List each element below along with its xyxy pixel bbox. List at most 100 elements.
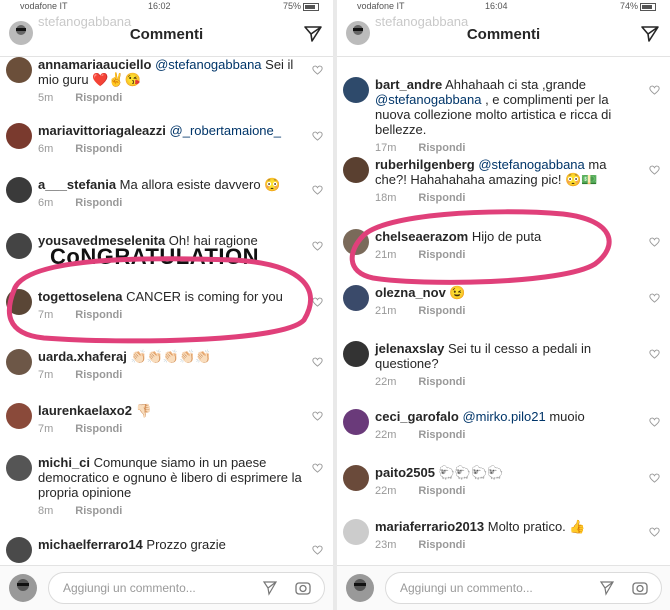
comment-username[interactable]: bart_andre — [375, 77, 442, 92]
like-heart-icon[interactable] — [649, 165, 660, 175]
user-avatar — [346, 574, 374, 602]
direct-send-icon[interactable] — [640, 24, 660, 44]
reply-link[interactable]: Rispondi — [418, 376, 465, 388]
comment-username[interactable]: mariavittoriagaleazzi — [38, 123, 166, 138]
comment-meta: 22m Rispondi — [375, 484, 640, 499]
comment-body: a___stefania Ma allora esiste davvero 😳 6… — [38, 177, 303, 211]
commenter-avatar[interactable] — [6, 537, 32, 563]
commenter-avatar[interactable] — [343, 409, 369, 435]
comment-username[interactable]: jelenaxslay — [375, 341, 444, 356]
reply-link[interactable]: Rispondi — [75, 369, 122, 381]
comment-meta: 23m Rispondi — [375, 538, 640, 553]
comment-body: ruberhilgenberg @stefanogabbana ma che?!… — [375, 157, 640, 206]
camera-icon[interactable] — [294, 579, 312, 597]
battery-icon — [303, 2, 319, 11]
comment-text: Ahhahaah ci sta ,grande — [442, 77, 587, 92]
comment-time: 8m — [38, 505, 54, 517]
comment-text: Ma allora esiste davvero 😳 — [116, 177, 281, 192]
page-title: Commenti — [466, 26, 541, 43]
like-heart-icon[interactable] — [312, 131, 323, 141]
reply-link[interactable]: Rispondi — [418, 485, 465, 497]
commenter-avatar[interactable] — [343, 285, 369, 311]
comment-username[interactable]: annamariaauciello — [38, 57, 151, 72]
comment-username[interactable]: ceci_garofalo — [375, 409, 459, 424]
commenter-avatar[interactable] — [6, 123, 32, 149]
comment-time: 23m — [375, 539, 397, 551]
carrier-label: vodafone IT — [20, 1, 68, 11]
comment-mention[interactable]: @stefanogabbana — [375, 92, 481, 107]
like-heart-icon[interactable] — [649, 85, 660, 95]
like-heart-icon[interactable] — [649, 527, 660, 537]
like-heart-icon[interactable] — [312, 65, 323, 75]
like-heart-icon[interactable] — [649, 417, 660, 427]
commenter-avatar[interactable] — [343, 157, 369, 183]
comment-input-box[interactable] — [385, 572, 662, 604]
comment-time: 18m — [375, 192, 397, 204]
comment-text: Prozzo grazie — [142, 537, 226, 552]
reply-link[interactable]: Rispondi — [418, 429, 465, 441]
commenter-avatar[interactable] — [6, 455, 32, 481]
comment-body: mariaferrario2013 Molto pratico. 👍 23m Ris… — [375, 519, 640, 553]
like-heart-icon[interactable] — [312, 411, 323, 421]
reply-link[interactable]: Rispondi — [418, 539, 465, 551]
comment-time: 17m — [375, 142, 397, 154]
comment-mention[interactable]: @mirko.pilo21 — [462, 409, 545, 424]
commenter-avatar[interactable] — [6, 177, 32, 203]
comment-username[interactable]: mariaferrario2013 — [375, 519, 484, 534]
comment-username[interactable]: michaelferraro14 — [38, 537, 143, 552]
comment-mention[interactable]: @_robertamaione_ — [170, 123, 281, 138]
comment-meta: 6m Rispondi — [38, 142, 303, 157]
comment-mention[interactable]: @stefanogabbana — [155, 57, 261, 72]
comment-body: olezna_nov 😉 21m Rispondi — [375, 285, 640, 319]
comment-body: annamariaauciello @stefanogabbana Sei il… — [38, 57, 303, 106]
comment-body: mariavittoriagaleazzi @_robertamaione_ 6m… — [38, 123, 303, 157]
comment-text-after: muoio — [545, 409, 585, 424]
ink-circle-annotation — [6, 256, 313, 344]
comment-text: Molto pratico. 👍 — [484, 519, 586, 534]
commenter-avatar[interactable] — [6, 57, 32, 83]
comment-username[interactable]: uarda.xhaferaj — [38, 349, 127, 364]
like-heart-icon[interactable] — [312, 185, 323, 195]
send-icon[interactable] — [262, 580, 278, 596]
commenter-avatar[interactable] — [343, 341, 369, 367]
reply-link[interactable]: Rispondi — [418, 142, 465, 154]
comment-text: 🐑🐑🐑🐑 — [434, 465, 504, 480]
like-heart-icon[interactable] — [649, 473, 660, 483]
camera-icon[interactable] — [631, 579, 649, 597]
direct-send-icon[interactable] — [303, 24, 323, 44]
commenter-avatar[interactable] — [343, 77, 369, 103]
comment-username[interactable]: paito2505 — [375, 465, 435, 480]
comment-username[interactable]: a___stefania — [38, 177, 116, 192]
reply-link[interactable]: Rispondi — [75, 423, 122, 435]
comment-username[interactable]: michi_ci — [38, 455, 90, 470]
status-bar: vodafone IT 16:02 75% — [0, 0, 333, 12]
like-heart-icon[interactable] — [649, 349, 660, 359]
comment-username[interactable]: ruberhilgenberg — [375, 157, 475, 172]
comment-input-box[interactable] — [48, 572, 325, 604]
reply-link[interactable]: Rispondi — [418, 192, 465, 204]
like-heart-icon[interactable] — [312, 545, 323, 555]
comment-meta: 21m Rispondi — [375, 304, 640, 319]
commenter-avatar[interactable] — [6, 349, 32, 375]
carrier-label: vodafone IT — [357, 1, 405, 11]
commenter-avatar[interactable] — [343, 465, 369, 491]
like-heart-icon[interactable] — [649, 293, 660, 303]
like-heart-icon[interactable] — [312, 463, 323, 473]
comment-mention[interactable]: @stefanogabbana — [478, 157, 584, 172]
reply-link[interactable]: Rispondi — [75, 505, 122, 517]
comment-input[interactable] — [61, 579, 265, 597]
ink-circle-annotation — [349, 209, 612, 285]
like-heart-icon[interactable] — [649, 237, 660, 247]
reply-link[interactable]: Rispondi — [75, 92, 122, 104]
send-icon[interactable] — [599, 580, 615, 596]
reply-link[interactable]: Rispondi — [75, 197, 122, 209]
commenter-avatar[interactable] — [343, 519, 369, 545]
reply-link[interactable]: Rispondi — [418, 305, 465, 317]
reply-link[interactable]: Rispondi — [75, 143, 122, 155]
battery-status: 74% — [620, 0, 656, 12]
like-heart-icon[interactable] — [312, 357, 323, 367]
comment-input[interactable] — [398, 579, 602, 597]
commenter-avatar[interactable] — [6, 403, 32, 429]
clock: 16:02 — [148, 1, 171, 11]
comment-username[interactable]: laurenkaelaxo2 — [38, 403, 132, 418]
